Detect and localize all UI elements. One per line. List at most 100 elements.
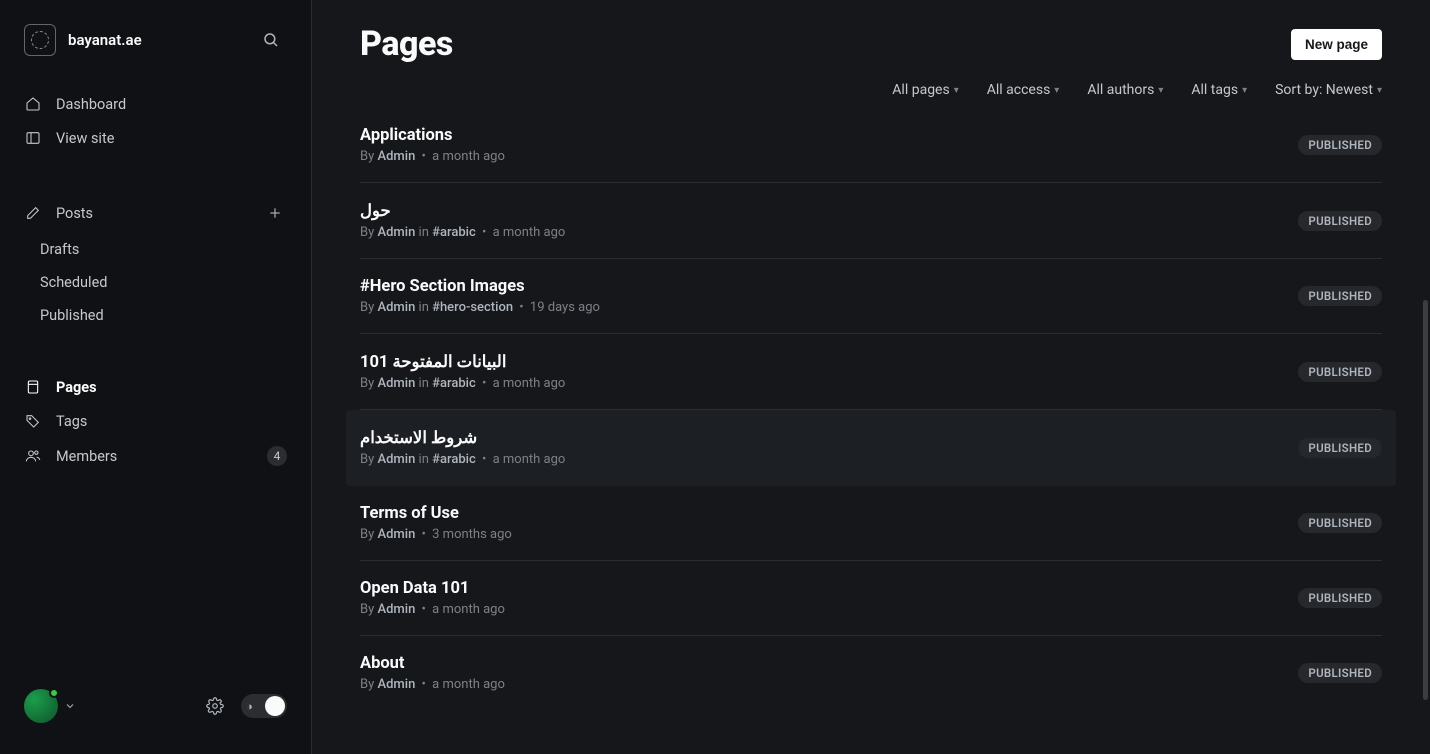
chevron-down-icon[interactable] — [64, 700, 76, 712]
tag-icon — [24, 412, 42, 430]
layout-icon — [24, 129, 42, 147]
theme-toggle[interactable]: ◑ — [241, 694, 287, 718]
new-post-button[interactable] — [263, 201, 287, 225]
page-row[interactable]: ApplicationsBy Admin • a month agoPUBLIS… — [360, 108, 1382, 183]
nav-secondary: Pages Tags Members 4 — [0, 363, 311, 483]
search-button[interactable] — [255, 24, 287, 56]
sidebar-item-posts[interactable]: Posts — [8, 194, 303, 232]
sidebar-item-tags[interactable]: Tags — [8, 405, 303, 437]
home-icon — [24, 95, 42, 113]
meta-by: By — [360, 300, 377, 315]
filter-tags[interactable]: All tags ▾ — [1191, 82, 1247, 98]
sidebar-item-members[interactable]: Members 4 — [8, 439, 303, 473]
page-author: Admin — [377, 376, 415, 391]
page-row[interactable]: البيانات المفتوحة 101 By Admin in #arabic… — [360, 334, 1382, 410]
page-item-title: Applications — [360, 126, 1298, 145]
search-icon — [262, 31, 280, 49]
sidebar-item-dashboard[interactable]: Dashboard — [8, 88, 303, 120]
page-info: شروط الاستخدامBy Admin in #arabic • a mo… — [360, 428, 1298, 467]
scrollbar[interactable] — [1423, 300, 1428, 700]
sidebar-item-pages[interactable]: Pages — [8, 371, 303, 403]
page-row[interactable]: Terms of UseBy Admin • 3 months agoPUBLI… — [360, 486, 1382, 561]
page-item-title: شروط الاستخدام — [360, 428, 1298, 448]
sidebar-item-view-site[interactable]: View site — [8, 122, 303, 154]
page-list: ApplicationsBy Admin • a month agoPUBLIS… — [360, 108, 1382, 710]
nav-label: Drafts — [40, 241, 287, 258]
status-badge: PUBLISHED — [1298, 438, 1382, 458]
nav-label: Posts — [56, 205, 263, 222]
chevron-down-icon: ▾ — [954, 85, 959, 96]
filter-access[interactable]: All access ▾ — [987, 82, 1060, 98]
nav-posts-section: Posts Drafts Scheduled Published — [0, 186, 311, 341]
filter-authors[interactable]: All authors ▾ — [1087, 82, 1163, 98]
page-meta: By Admin • a month ago — [360, 602, 1298, 617]
page-row[interactable]: حولBy Admin in #arabic • a month agoPUBL… — [360, 183, 1382, 259]
meta-in: in — [415, 376, 432, 391]
moon-icon: ◑ — [246, 700, 253, 713]
page-info: #Hero Section ImagesBy Admin in #hero-se… — [360, 277, 1298, 315]
sidebar-item-drafts[interactable]: Drafts — [8, 234, 303, 265]
page-meta: By Admin • a month ago — [360, 677, 1298, 692]
page-meta: By Admin in #arabic • a month ago — [360, 376, 1298, 391]
edit-icon — [24, 204, 42, 222]
page-author: Admin — [377, 225, 415, 240]
page-meta: By Admin in #arabic • a month ago — [360, 225, 1298, 240]
page-time: 3 months ago — [432, 527, 512, 542]
page-author: Admin — [377, 677, 415, 692]
separator-dot-icon: • — [479, 225, 490, 240]
meta-in: in — [415, 225, 432, 240]
status-online-icon — [49, 688, 59, 698]
filter-label: Sort by: Newest — [1275, 82, 1373, 98]
gear-icon — [206, 697, 224, 715]
user-menu[interactable] — [24, 689, 58, 723]
page-author: Admin — [377, 527, 415, 542]
page-tag: #arabic — [432, 452, 476, 467]
filter-bar: All pages ▾ All access ▾ All authors ▾ A… — [360, 82, 1382, 98]
page-tag: #arabic — [432, 376, 476, 391]
site-name[interactable]: bayanat.ae — [68, 31, 255, 49]
filter-sort[interactable]: Sort by: Newest ▾ — [1275, 82, 1382, 98]
page-row[interactable]: AboutBy Admin • a month agoPUBLISHED — [360, 636, 1382, 710]
page-row[interactable]: Open Data 101By Admin • a month agoPUBLI… — [360, 561, 1382, 636]
page-meta: By Admin • 3 months ago — [360, 527, 1298, 542]
filter-label: All pages — [892, 82, 949, 98]
page-author: Admin — [377, 452, 415, 467]
page-row[interactable]: شروط الاستخدامBy Admin in #arabic • a mo… — [346, 410, 1396, 486]
page-info: About By Admin • a month ago — [360, 654, 1298, 692]
page-tag: #arabic — [432, 225, 476, 240]
page-info: حولBy Admin in #arabic • a month ago — [360, 201, 1298, 240]
separator-dot-icon: • — [418, 149, 429, 164]
page-item-title: About — [360, 654, 1298, 673]
page-item-title: Terms of Use — [360, 504, 1298, 523]
main-content: Pages New page All pages ▾ All access ▾ … — [312, 0, 1430, 754]
sidebar-item-scheduled[interactable]: Scheduled — [8, 267, 303, 298]
nav-primary: Dashboard View site — [0, 80, 311, 164]
page-tag: #hero-section — [432, 300, 513, 315]
filter-pages[interactable]: All pages ▾ — [892, 82, 958, 98]
page-info: البيانات المفتوحة 101 By Admin in #arabic… — [360, 352, 1298, 391]
page-time: a month ago — [493, 225, 566, 240]
page-title: Pages — [360, 24, 453, 64]
separator-dot-icon: • — [418, 602, 429, 617]
sidebar-item-published[interactable]: Published — [8, 300, 303, 331]
meta-by: By — [360, 602, 377, 617]
nav-label: Members — [56, 448, 267, 465]
separator-dot-icon: • — [479, 376, 490, 391]
filter-label: All tags — [1191, 82, 1238, 98]
page-author: Admin — [377, 602, 415, 617]
new-page-button[interactable]: New page — [1291, 29, 1382, 60]
status-badge: PUBLISHED — [1298, 211, 1382, 231]
nav-label: Tags — [56, 413, 287, 430]
chevron-down-icon: ▾ — [1242, 85, 1247, 96]
meta-by: By — [360, 677, 377, 692]
status-badge: PUBLISHED — [1298, 588, 1382, 608]
page-meta: By Admin in #hero-section • 19 days ago — [360, 300, 1298, 315]
users-icon — [24, 447, 42, 465]
page-item-title: البيانات المفتوحة 101 — [360, 352, 1298, 372]
settings-button[interactable] — [199, 690, 231, 722]
sidebar: bayanat.ae Dashboard View site Posts — [0, 0, 312, 754]
site-logo[interactable] — [24, 24, 56, 56]
page-row[interactable]: #Hero Section ImagesBy Admin in #hero-se… — [360, 259, 1382, 334]
nav-label: Scheduled — [40, 274, 287, 291]
page-time: a month ago — [432, 602, 505, 617]
